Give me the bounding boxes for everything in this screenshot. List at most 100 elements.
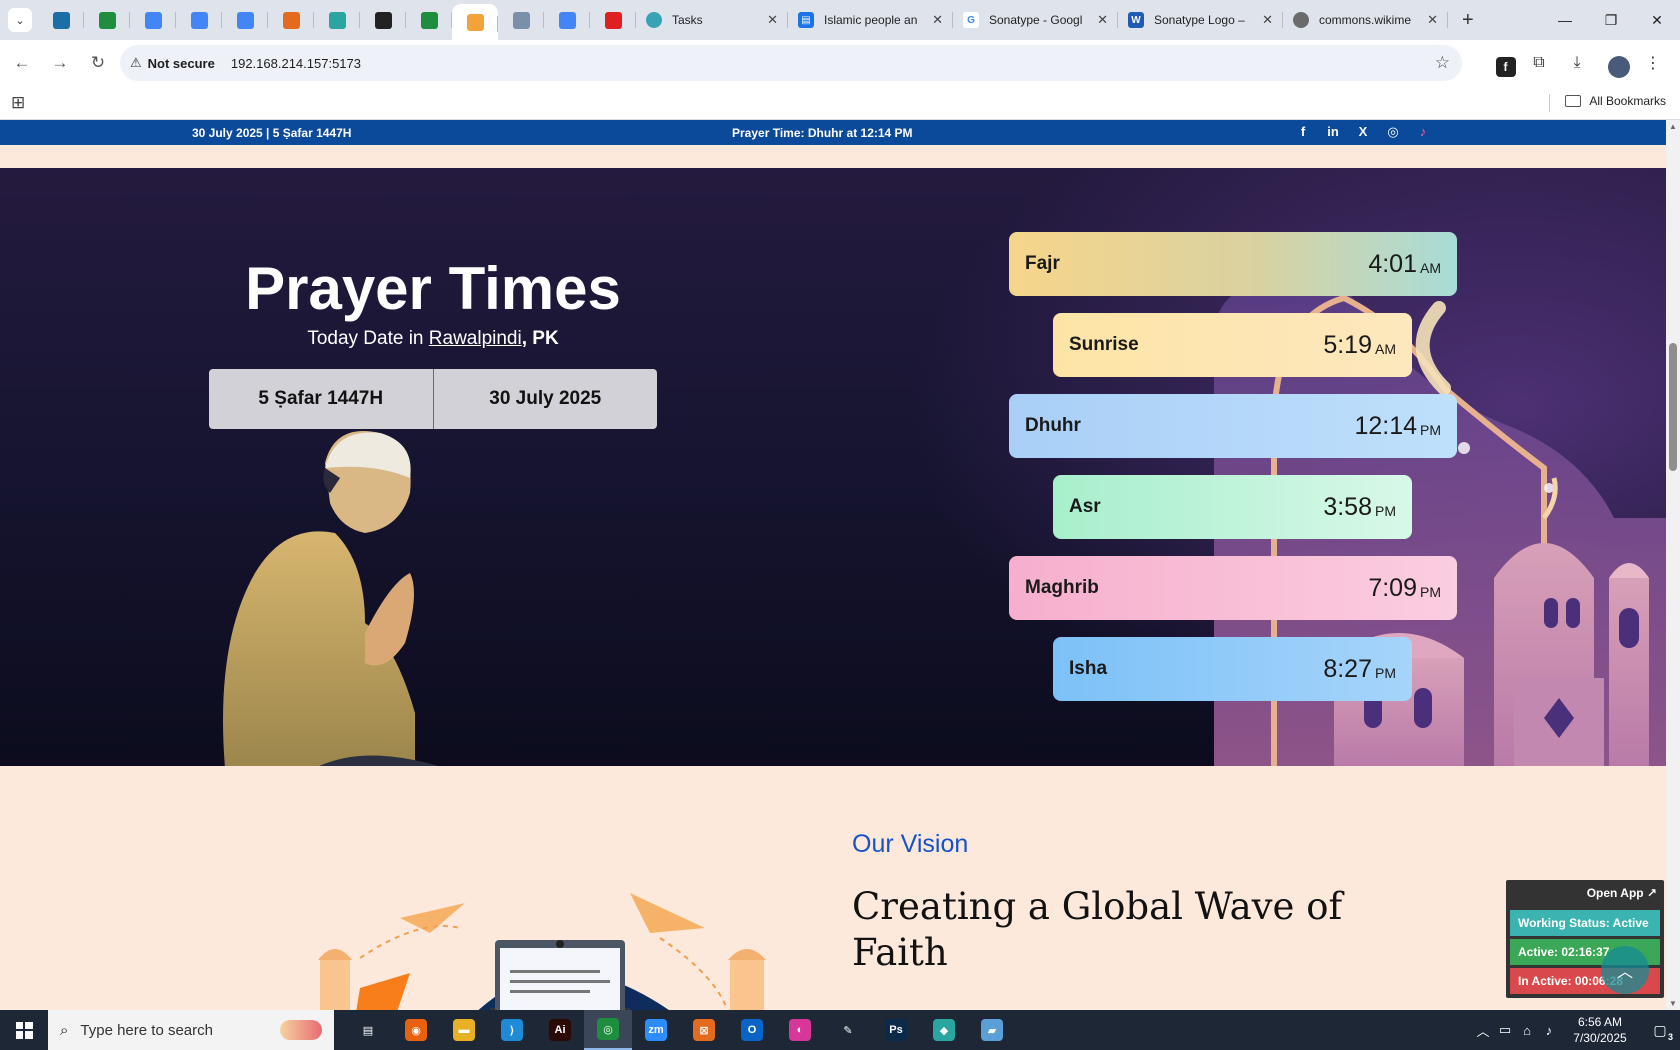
browser-tab-tasks[interactable]: Tasks ✕ (636, 0, 788, 40)
taskbar-app-icon[interactable]: ◐ (776, 1010, 824, 1050)
prayer-name: Isha (1069, 658, 1108, 679)
forward-icon[interactable]: → (42, 45, 78, 81)
pinned-tab[interactable] (130, 0, 176, 40)
back-icon[interactable]: ← (4, 45, 40, 81)
pinned-tab[interactable] (314, 0, 360, 40)
tab-search-button[interactable]: ⌄ (8, 8, 32, 32)
taskbar-search-box[interactable]: ⌕ Type here to search (48, 1010, 334, 1050)
site-favicon-icon (466, 13, 484, 31)
profile-avatar[interactable] (1596, 45, 1634, 81)
close-icon[interactable]: ✕ (932, 12, 943, 28)
new-tab-button[interactable]: + (1462, 9, 1474, 32)
taskbar-app-icon[interactable]: ◎ (584, 1010, 632, 1050)
app-glyph-icon: Ai (549, 1019, 571, 1041)
start-button[interactable] (0, 1010, 48, 1050)
kebab-menu-icon[interactable]: ⋮ (1634, 45, 1672, 81)
address-bar[interactable]: ⚠ Not secure 192.168.214.157:5173 ☆ (120, 45, 1462, 81)
pinned-tab[interactable] (406, 0, 452, 40)
x-twitter-icon[interactable]: X (1348, 124, 1378, 140)
browser-tab-sonatype-logo[interactable]: W Sonatype Logo – ✕ (1118, 0, 1283, 40)
tab-title: Sonatype Logo – (1154, 13, 1245, 27)
security-label[interactable]: Not secure (148, 56, 215, 71)
taskbar-app-icon[interactable]: ◉ (392, 1010, 440, 1050)
search-icon: ⌕ (60, 1021, 69, 1039)
taskbar-app-icon[interactable]: O (728, 1010, 776, 1050)
network-icon[interactable]: ▭ (1494, 1022, 1516, 1038)
bookmarks-divider (1549, 94, 1550, 112)
tray-chevron-up-icon[interactable]: ︿ (1472, 1021, 1494, 1040)
pinned-tab[interactable] (38, 0, 84, 40)
browser-tab-islamic-people[interactable]: ▤ Islamic people an ✕ (788, 0, 953, 40)
browser-tab-sonatype-google[interactable]: G Sonatype - Googl ✕ (953, 0, 1118, 40)
minimize-icon[interactable]: — (1542, 0, 1588, 40)
app-glyph-icon: ◐ (789, 1019, 811, 1041)
puzzle-extensions-icon[interactable]: ⧉ (1520, 45, 1558, 81)
pinned-tab[interactable] (176, 0, 222, 40)
prayer-ampm: PM (1375, 503, 1396, 519)
close-icon[interactable]: ✕ (1097, 12, 1108, 28)
close-icon[interactable]: ✕ (1427, 12, 1438, 28)
restore-icon[interactable]: ❐ (1588, 0, 1634, 40)
wifi-icon[interactable]: ⌂ (1516, 1023, 1538, 1038)
taskbar-app-icon[interactable]: ⊠ (680, 1010, 728, 1050)
pinned-tab[interactable] (222, 0, 268, 40)
site-favicon-icon (512, 11, 530, 29)
site-top-bar: 30 July 2025 | 5 Ṣafar 1447H Prayer Time… (0, 120, 1666, 145)
taskbar-app-icon[interactable]: ✎ (824, 1010, 872, 1050)
prayer-ampm: AM (1420, 260, 1441, 276)
taskbar-app-icon[interactable]: ◆ (920, 1010, 968, 1050)
bookmark-star-icon[interactable]: ☆ (1435, 53, 1450, 73)
city-link[interactable]: Rawalpindi (429, 328, 522, 349)
date-box: 5 Ṣafar 1447H 30 July 2025 (209, 369, 657, 429)
scroll-up-arrow-icon[interactable]: ▲ (1669, 122, 1677, 131)
taskbar-app-icon[interactable]: ▰ (968, 1010, 1016, 1050)
notifications-button[interactable]: ▢ 3 (1640, 1022, 1680, 1042)
apps-grid-icon[interactable]: ⊞ (11, 93, 25, 113)
google-icon: G (963, 12, 979, 28)
scroll-down-arrow-icon[interactable]: ▼ (1669, 999, 1677, 1008)
linkedin-icon[interactable]: in (1318, 124, 1348, 140)
all-bookmarks-button[interactable]: All Bookmarks (1565, 94, 1666, 108)
prayer-name: Maghrib (1025, 577, 1099, 598)
instagram-icon[interactable]: ◎ (1378, 124, 1408, 140)
taskbar-apps: ▤ ◉ ▬ ⟩ Ai ◎ zm ⊠ O ◐ ✎ Ps ◆ ▰ (344, 1010, 1016, 1050)
facebook-icon[interactable]: f (1288, 124, 1318, 140)
extension-font-icon[interactable]: f (1482, 45, 1520, 81)
bookmarks-bar: ⊞ All Bookmarks (0, 86, 1680, 120)
pinned-tab[interactable] (452, 4, 498, 40)
site-favicon-icon (144, 11, 162, 29)
volume-icon[interactable]: ♪ (1538, 1023, 1560, 1038)
site-favicon-icon (420, 11, 438, 29)
download-icon[interactable]: ⤓ (1558, 45, 1596, 81)
taskbar-app-icon[interactable]: ▬ (440, 1010, 488, 1050)
url-text[interactable]: 192.168.214.157:5173 (231, 56, 361, 71)
app-glyph-icon: ◆ (933, 1019, 955, 1041)
close-icon[interactable]: ✕ (1262, 12, 1273, 28)
site-favicon-icon (52, 11, 70, 29)
taskbar-clock[interactable]: 6:56 AM 7/30/2025 (1560, 1014, 1640, 1046)
page-scrollbar[interactable]: ▲ ▼ (1666, 120, 1680, 1010)
close-window-icon[interactable]: ✕ (1634, 0, 1680, 40)
taskbar-app-icon[interactable]: Ps (872, 1010, 920, 1050)
pinned-tab[interactable] (498, 0, 544, 40)
pinned-tab[interactable] (268, 0, 314, 40)
taskbar-app-icon[interactable]: Ai (536, 1010, 584, 1050)
close-icon[interactable]: ✕ (767, 12, 778, 28)
pinned-tab[interactable] (590, 0, 636, 40)
scrollbar-thumb[interactable] (1669, 343, 1677, 471)
browser-tab-commons[interactable]: commons.wikime ✕ (1283, 0, 1448, 40)
scroll-to-top-button[interactable]: ︿ (1601, 946, 1649, 994)
system-tray: ︿ ▭ ⌂ ♪ 6:56 AM 7/30/2025 ▢ 3 (1472, 1010, 1680, 1050)
social-links: f in X ◎ ♪ (1288, 124, 1438, 140)
pinned-tab[interactable] (84, 0, 130, 40)
app-glyph-icon: ▬ (453, 1019, 475, 1041)
tiktok-icon[interactable]: ♪ (1408, 124, 1438, 140)
pinned-tab[interactable] (544, 0, 590, 40)
open-app-link[interactable]: Open App ↗ (1587, 886, 1657, 900)
globe-icon (1293, 12, 1309, 28)
reload-icon[interactable]: ↻ (80, 45, 116, 81)
pinned-tab[interactable] (360, 0, 406, 40)
taskbar-app-icon[interactable]: ▤ (344, 1010, 392, 1050)
taskbar-app-icon[interactable]: zm (632, 1010, 680, 1050)
taskbar-app-icon[interactable]: ⟩ (488, 1010, 536, 1050)
